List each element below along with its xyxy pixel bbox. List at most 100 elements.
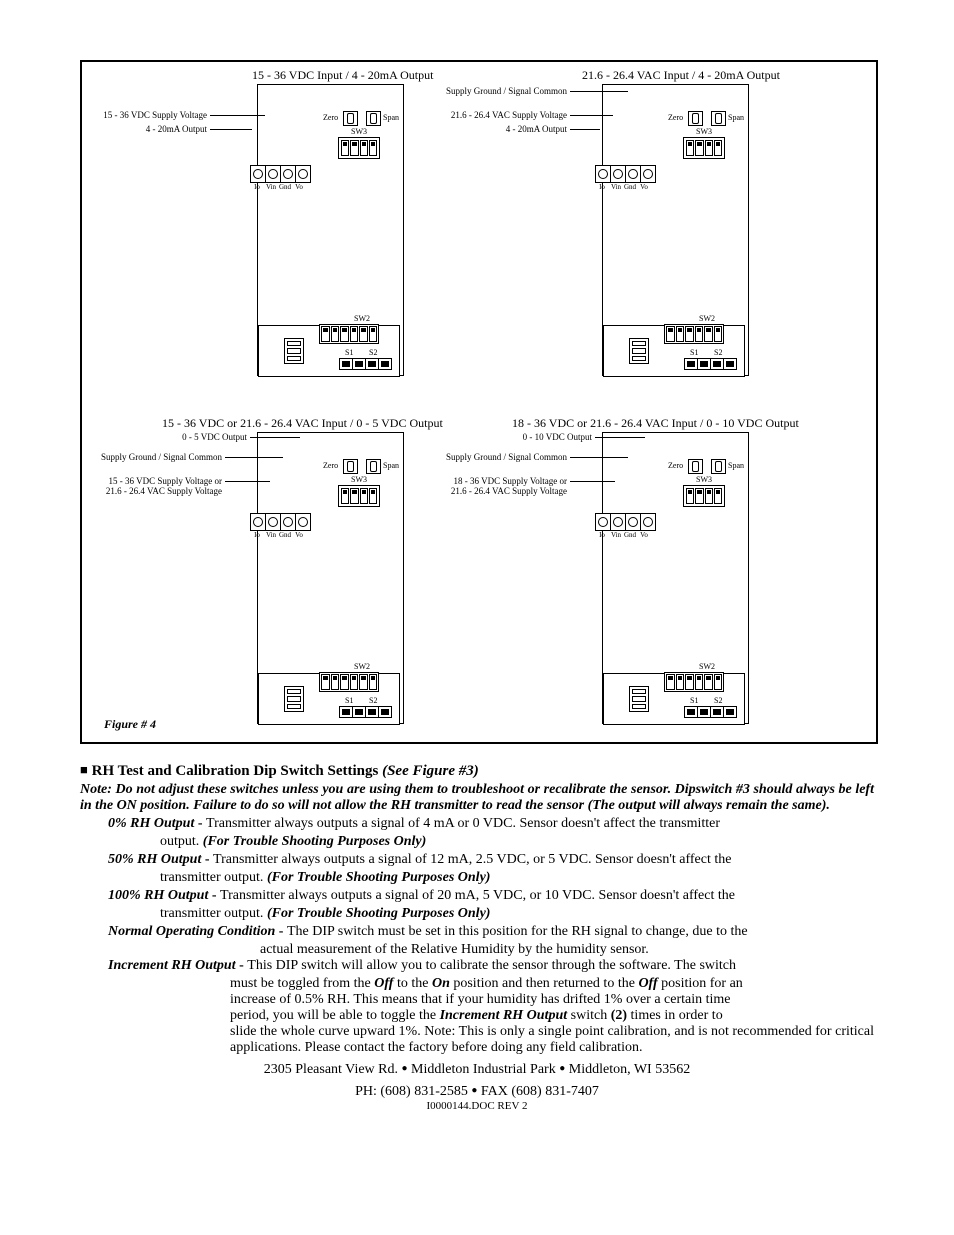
d3-l1b: 21.6 - 26.4 VAC Supply Voltage (92, 486, 222, 497)
d3-l0: Supply Ground / Signal Common (92, 452, 222, 463)
d4-sw2-label: SW2 (699, 662, 715, 671)
d3-s2-block (365, 706, 391, 718)
d4-title: 18 - 36 VDC or 21.6 - 26.4 VAC Input / 0… (512, 416, 799, 431)
d4-board: Zero Span SW3 IoVinGndVo SW2 S1 S2 (602, 432, 749, 724)
heading-title: RH Test and Calibration Dip Switch Setti… (92, 763, 379, 779)
d1-l1: 15 - 36 VDC Supply Voltage (92, 110, 207, 121)
entry-100pct-cont: transmitter output. (For Trouble Shootin… (160, 906, 874, 922)
d2-bottom-port (629, 338, 649, 364)
dot-icon: ● (471, 1085, 477, 1096)
d4-terminals (595, 513, 655, 531)
d1-s1-block (339, 358, 365, 370)
d3-terminals (250, 513, 310, 531)
d3-s2-label: S2 (369, 696, 377, 705)
d4-sw3-label: SW3 (696, 475, 712, 484)
d2-s1-block (684, 358, 710, 370)
d4-term-labels: IoVinGndVo (595, 531, 651, 539)
entry-normal-cont: actual measurement of the Relative Humid… (260, 942, 874, 958)
d4-l1b: 21.6 - 26.4 VAC Supply Voltage (437, 486, 567, 497)
entry-increment-line5: slide the whole curve upward 1%. Note: T… (230, 1024, 874, 1056)
d1-bottom-module: SW2 S1 S2 (258, 325, 400, 377)
d4-s1-block (684, 706, 710, 718)
footer-address: 2305 Pleasant View Rd. ● Middleton Indus… (80, 1062, 874, 1078)
d4-bottom-port (629, 686, 649, 712)
d2-span-label: Span (728, 113, 744, 122)
d2-s2-label: S2 (714, 348, 722, 357)
heading-see-figure: (See Figure #3) (382, 763, 479, 779)
entry-increment: Increment RH Output - This DIP switch wi… (108, 958, 874, 974)
d1-span-pot (366, 111, 381, 126)
entry-normal: Normal Operating Condition - The DIP swi… (108, 924, 874, 940)
d1-term-labels: IoVinGndVo (250, 183, 306, 191)
d3-sw2-label: SW2 (354, 662, 370, 671)
dot-icon: ● (402, 1063, 408, 1074)
d3-span-pot (366, 459, 381, 474)
d1-s2-block (365, 358, 391, 370)
d2-sw3-label: SW3 (696, 127, 712, 136)
d2-sw3-dip (683, 137, 725, 159)
entry-increment-line4: period, you will be able to toggle the I… (230, 1008, 874, 1024)
d2-zero-pot (688, 111, 703, 126)
d4-zero-label: Zero (668, 461, 683, 470)
d2-bottom-module: SW2 S1 S2 (603, 325, 745, 377)
d2-span-pot (711, 111, 726, 126)
d1-s1-label: S1 (345, 348, 353, 357)
footer-phone: PH: (608) 831-2585 ● FAX (608) 831-7407 (80, 1084, 874, 1100)
d1-sw2-label: SW2 (354, 314, 370, 323)
d4-bottom-module: SW2 S1 S2 (603, 673, 745, 725)
dot-icon: ● (559, 1063, 565, 1074)
d2-zero-label: Zero (668, 113, 683, 122)
d1-zero-pot (343, 111, 358, 126)
d3-board: Zero Span SW3 IoVinGndVo SW2 S1 S2 (257, 432, 404, 724)
d2-sw2-dip (664, 324, 724, 344)
d3-sw2-dip (319, 672, 379, 692)
bullet-icon: ■ (80, 762, 88, 777)
d1-title: 15 - 36 VDC Input / 4 - 20mA Output (252, 68, 433, 83)
d3-sw3-dip (338, 485, 380, 507)
d2-l1: 21.6 - 26.4 VAC Supply Voltage (437, 110, 567, 121)
d3-s1-block (339, 706, 365, 718)
entry-0pct-cont: output. (For Trouble Shooting Purposes O… (160, 834, 874, 850)
d1-l2: 4 - 20mA Output (92, 124, 207, 135)
d2-board: Zero Span SW3 IoVinGndVo SW2 S1 S2 (602, 84, 749, 376)
d3-zero-label: Zero (323, 461, 338, 470)
d2-term-labels: IoVinGndVo (595, 183, 651, 191)
entry-0pct: 0% RH Output - Transmitter always output… (108, 816, 874, 832)
d3-zero-pot (343, 459, 358, 474)
d3-title: 15 - 36 VDC or 21.6 - 26.4 VAC Input / 0… (162, 416, 443, 431)
figure-label: Figure # 4 (104, 717, 156, 732)
d1-terminals (250, 165, 310, 183)
d4-l0: Supply Ground / Signal Common (437, 452, 567, 463)
d4-span-pot (711, 459, 726, 474)
d2-s2-block (710, 358, 736, 370)
entry-100pct: 100% RH Output - Transmitter always outp… (108, 888, 874, 904)
d4-s1-label: S1 (690, 696, 698, 705)
d3-bottom-port (284, 686, 304, 712)
d3-sw3-label: SW3 (351, 475, 367, 484)
footer-docrev: I0000144.DOC REV 2 (80, 1100, 874, 1112)
d3-term-labels: IoVinGndVo (250, 531, 306, 539)
d2-l0: Supply Ground / Signal Common (437, 86, 567, 97)
d1-sw2-dip (319, 324, 379, 344)
d4-sw3-dip (683, 485, 725, 507)
d2-terminals (595, 165, 655, 183)
d1-board: Zero Span SW3 IoVinGndVo SW2 S1 S2 (257, 84, 404, 376)
d4-s2-block (710, 706, 736, 718)
d4-sw2-dip (664, 672, 724, 692)
entry-50pct: 50% RH Output - Transmitter always outpu… (108, 852, 874, 868)
entry-increment-line2: must be toggled from the Off to the On p… (230, 976, 874, 992)
note-text: Note: Do not adjust these switches unles… (80, 782, 874, 814)
d3-lout: 0 - 5 VDC Output (132, 432, 247, 443)
d2-sw2-label: SW2 (699, 314, 715, 323)
figure-4-diagram: 15 - 36 VDC Input / 4 - 20mA Output Zero… (80, 60, 878, 744)
d3-bottom-module: SW2 S1 S2 (258, 673, 400, 725)
d1-span-label: Span (383, 113, 399, 122)
d2-l2: 4 - 20mA Output (437, 124, 567, 135)
d3-s1-label: S1 (345, 696, 353, 705)
d4-lout: 0 - 10 VDC Output (472, 432, 592, 443)
entry-50pct-cont: transmitter output. (For Trouble Shootin… (160, 870, 874, 886)
d1-sw3-dip (338, 137, 380, 159)
d2-title: 21.6 - 26.4 VAC Input / 4 - 20mA Output (582, 68, 780, 83)
d1-zero-label: Zero (323, 113, 338, 122)
d4-zero-pot (688, 459, 703, 474)
